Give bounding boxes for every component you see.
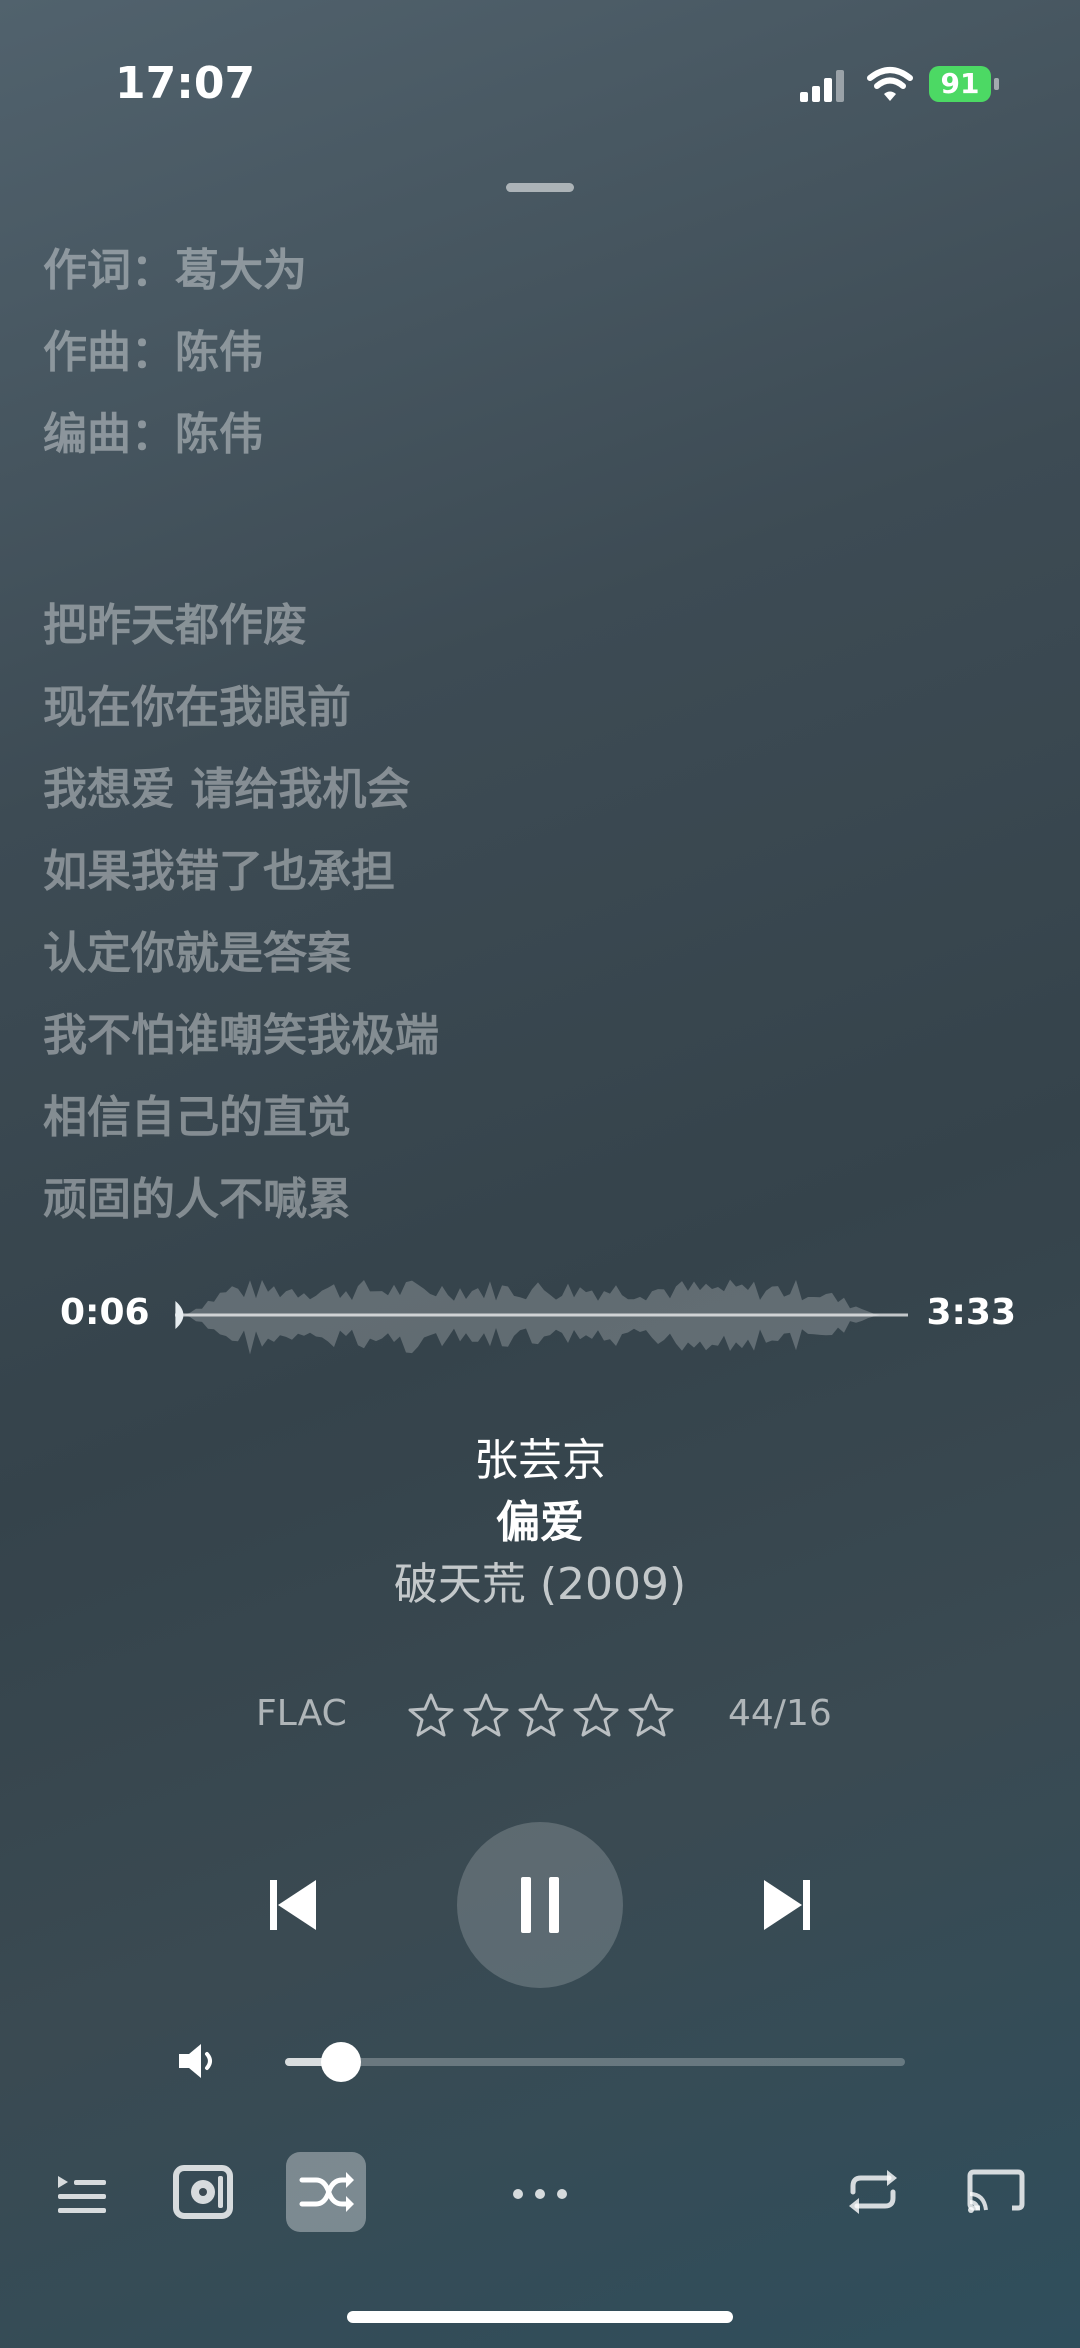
shuffle-icon	[299, 2172, 354, 2212]
star-icon[interactable]	[405, 1685, 457, 1745]
queue-list-icon[interactable]	[42, 2152, 122, 2232]
home-indicator[interactable]	[347, 2311, 733, 2323]
lyrics-view[interactable]: 作词：葛大为 作曲：陈伟 编曲：陈伟 把昨天都作废 现在你在我眼前 我想爱 请给…	[43, 236, 1043, 1247]
volume-slider[interactable]	[285, 2042, 905, 2082]
lyric-line: 作曲：陈伟	[43, 327, 263, 378]
artist-name[interactable]: 张芸京	[0, 1430, 1080, 1492]
volume-control	[0, 2030, 1080, 2090]
star-icon[interactable]	[625, 1685, 677, 1745]
volume-knob[interactable]	[320, 2042, 361, 2082]
lyric-line: 现在你在我眼前	[43, 682, 351, 733]
track-count: 44/16	[728, 1693, 832, 1734]
transport-controls	[0, 1820, 1080, 1990]
battery-cap	[994, 78, 999, 90]
bottom-toolbar	[0, 2150, 1080, 2235]
lyric-line: 作词：葛大为	[43, 245, 307, 296]
lyric-line: 认定你就是答案	[43, 928, 351, 979]
battery-level: 91	[940, 67, 980, 100]
battery-indicator: 91	[929, 66, 991, 102]
lyric-line: 我不怕谁嘲笑我极端	[43, 1010, 439, 1061]
speaker-icon	[179, 2044, 212, 2078]
shuffle-button[interactable]	[286, 2152, 366, 2232]
lyric-line: 相信自己的直觉	[43, 1092, 351, 1143]
lyric-line: 如果我错了也承担	[43, 846, 395, 897]
lyric-line: 把昨天都作废	[43, 600, 307, 651]
lyric-line: 编曲：陈伟	[43, 409, 263, 460]
wifi-icon	[867, 67, 913, 101]
total-time: 3:33	[926, 1292, 1016, 1333]
skip-forward-icon[interactable]	[752, 1870, 822, 1940]
lyric-blank-line	[43, 482, 1043, 591]
audio-format: FLAC	[256, 1693, 347, 1734]
track-meta: FLAC 44/16	[0, 1685, 1080, 1745]
pause-icon	[521, 1877, 559, 1933]
rating-stars[interactable]	[405, 1685, 680, 1745]
track-info: 张芸京 偏爱 破天荒 (2009)	[0, 1430, 1080, 1616]
waveform-shape	[184, 1279, 880, 1355]
lyric-line: 我想爱 请给我机会	[43, 764, 411, 815]
more-icon[interactable]	[500, 2152, 580, 2232]
star-icon[interactable]	[515, 1685, 567, 1745]
device-icon[interactable]	[163, 2152, 243, 2232]
elapsed-time: 0:06	[60, 1292, 150, 1333]
album-name[interactable]: 破天荒 (2009)	[0, 1554, 1080, 1616]
song-title: 偏爱	[496, 1497, 584, 1548]
pause-button[interactable]	[457, 1822, 623, 1988]
status-time: 17:07	[115, 58, 256, 109]
airplay-icon[interactable]	[956, 2152, 1036, 2232]
star-icon[interactable]	[460, 1685, 512, 1745]
status-bar: 17:07 91	[0, 0, 1080, 170]
skip-back-icon[interactable]	[258, 1870, 328, 1940]
repeat-icon[interactable]	[833, 2152, 913, 2232]
sheet-grabber[interactable]	[506, 183, 574, 192]
star-icon[interactable]	[570, 1685, 622, 1745]
waveform-scrubber[interactable]	[170, 1260, 910, 1370]
cellular-signal-icon	[800, 70, 844, 102]
lyric-line: 顽固的人不喊累	[43, 1174, 351, 1225]
playback-progress: 0:06 3:33	[0, 1260, 1080, 1370]
scrub-knob	[175, 1301, 184, 1329]
